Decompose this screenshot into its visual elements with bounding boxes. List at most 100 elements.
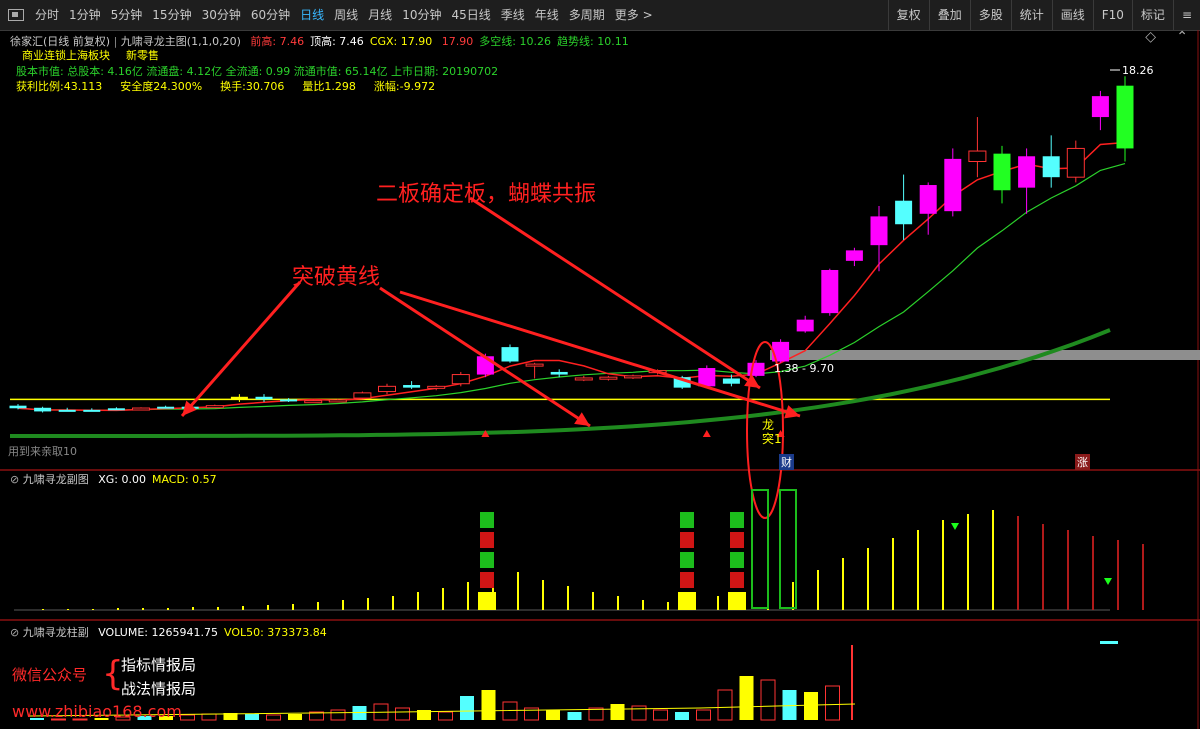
sub-panel-collapse-icon[interactable]: ⊘ [10,473,23,486]
signal-stack-block [730,572,744,588]
signal-stack-base [678,592,696,610]
candle-body [157,406,175,409]
toolbar-button[interactable]: 画线 [1051,0,1093,30]
period-tab[interactable]: 5分钟 [106,0,148,30]
toolbar-button[interactable]: ≡ [1172,0,1200,30]
volume-panel-header: ⊘ 九啸寻龙柱副 VOLUME: 1265941.75 VOL50: 373373… [10,624,327,640]
signal-stack-base [728,592,746,610]
volume-bar [438,711,453,721]
promo-url[interactable]: www.zhibiao168.com [12,702,182,721]
volume-bar [675,712,689,720]
toolbar-button[interactable]: 叠加 [928,0,970,30]
volume-bar [567,712,582,720]
signal-stack-block [680,532,694,548]
annotation-arrow [180,281,302,417]
candle-body [821,269,839,314]
period-tab[interactable]: 10分钟 [397,0,446,30]
period-tab[interactable]: 月线 [363,0,397,30]
toolbar-button[interactable]: 多股 [969,0,1011,30]
annotation-arrow-head [744,374,760,388]
period-tab[interactable]: 季线 [496,0,530,30]
candle-body [132,407,150,411]
promo-name-2: 战法情报局 [121,680,197,698]
period-tab[interactable]: 周线 [329,0,363,30]
finance-badge[interactable]: 财 [779,454,794,470]
down-arrow-icon [951,523,959,530]
promo-name-1: 指标情报局 [121,656,197,674]
volume-bar [717,689,733,721]
candle-body [845,250,863,261]
volume-bar [782,690,797,720]
candle-body [451,374,470,385]
toolbar-right-group: 复权 叠加 多股 统计 画线 F10 标记 ≡ [887,0,1200,30]
candle-body [403,385,421,388]
volume-bar [631,705,647,721]
max-price-label: 18.26 [1122,64,1154,77]
indicator-field: MACD: 0.57 [152,473,217,486]
toolbar-button[interactable]: 标记 [1131,0,1173,30]
signal-stack-block [480,552,494,568]
period-tab[interactable]: 分时 [30,0,64,30]
candle-body [205,405,224,409]
candle-body [1066,147,1085,178]
period-tab[interactable]: 日线 [295,0,329,30]
volume-bar [352,706,367,720]
period-tab[interactable]: 年线 [530,0,564,30]
toolbar-button[interactable]: 统计 [1010,0,1052,30]
long-term-ma-line [10,328,1111,438]
candle-body [9,405,27,409]
period-tab[interactable]: 多周期 [564,0,610,30]
down-arrow-icon [1104,578,1112,585]
volume-bar [266,714,281,721]
toolbar-button[interactable]: 复权 [887,0,929,30]
vertical-text-long: 龙 [762,418,775,432]
indicator-field: XG: 0.00 [98,473,146,486]
signal-stack-base [478,592,496,610]
volume-bar [288,714,302,720]
candle-body [895,200,913,225]
volume-bar [696,709,711,721]
candle-body [698,368,716,387]
volume-bar [1100,641,1118,644]
period-tab[interactable]: 30分钟 [197,0,246,30]
volume-bar [330,709,346,721]
volume-panel-collapse-icon[interactable]: ⊘ [10,626,23,639]
signal-arrow [702,430,711,437]
candle-body [255,396,273,400]
candle-body [796,319,814,332]
field-value: 1265941.75 [148,626,218,639]
period-toolbar: 分时 1分钟 5分钟 15分钟 30分钟 60分钟 日线 周线 月线 10分钟 45日线 季线 年线 多周… [0,0,1200,31]
watermark-text: 用到来亲取10 [8,445,77,458]
volume-bar [395,707,410,721]
annotation-second-board: 二板确定板，蝴蝶共振 [376,182,597,207]
panel-toggle-icon[interactable] [8,9,24,21]
sub-panel-header: ⊘ 九啸寻龙副图 XG: 0.00 MACD: 0.57 [10,471,217,487]
candle-body [1091,96,1109,118]
signal-stack-block [680,552,694,568]
toolbar-button[interactable]: F10 [1092,0,1132,30]
period-tab[interactable]: 60分钟 [246,0,295,30]
candle-body [83,409,101,412]
sub-panel-title: 九啸寻龙副图 [22,473,89,486]
candle-body [1116,85,1134,149]
candle-body [304,400,323,404]
candle-body [328,399,347,403]
period-tab[interactable]: 45日线 [446,0,495,30]
limit-up-badge[interactable]: 涨 [1075,454,1090,470]
candle-body [58,409,76,412]
volume-bar [739,676,754,720]
period-tab[interactable]: 1分钟 [64,0,106,30]
period-tab[interactable]: 15分钟 [147,0,196,30]
zone-bar [770,350,1200,360]
volume-bar [180,714,195,721]
signal-stack-block [730,552,744,568]
volume-bar [546,710,560,720]
candle-body [550,371,568,375]
candle-body [870,216,888,246]
candle-body [230,396,248,400]
annotation-breakout: 突破黄线 [292,265,381,290]
field-value: 373373.84 [263,626,327,639]
period-tab[interactable]: 更多 > [610,0,658,30]
candle-body [919,185,937,214]
signal-stack-block [480,532,494,548]
